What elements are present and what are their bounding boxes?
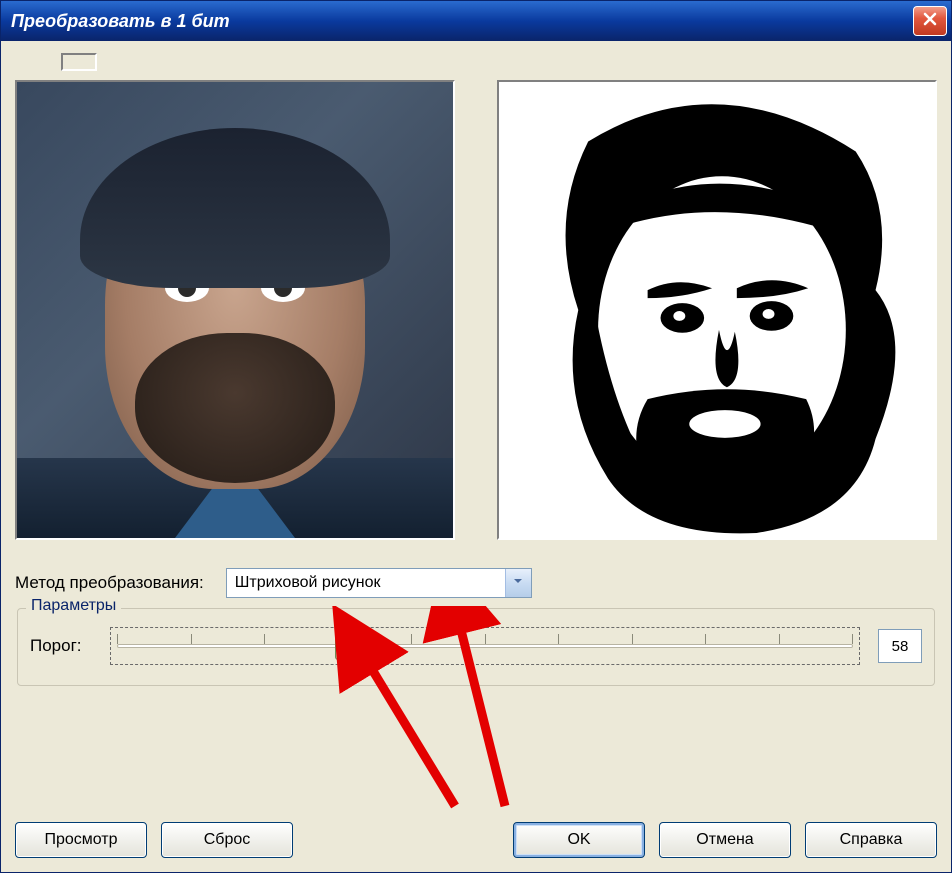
close-icon (922, 11, 938, 32)
close-button[interactable] (913, 6, 947, 36)
slider-track (117, 644, 853, 648)
result-image (499, 82, 935, 538)
dialog-body: Метод преобразования: Штриховой рисунок … (1, 41, 951, 872)
cancel-button[interactable]: Отмена (659, 822, 791, 858)
slider-ticks (117, 634, 853, 644)
reset-button[interactable]: Сброс (161, 822, 293, 858)
annotation-arrow-slider (370, 666, 455, 806)
combobox-value: Штриховой рисунок (235, 574, 381, 592)
button-row: Просмотр Сброс OK Отмена Справка (15, 816, 937, 858)
thumbnail-toggle[interactable] (61, 53, 97, 71)
combobox-button[interactable] (505, 569, 531, 597)
original-image (17, 82, 453, 538)
help-button[interactable]: Справка (805, 822, 937, 858)
dialog-window: Преобразовать в 1 бит (0, 0, 952, 873)
titlebar[interactable]: Преобразовать в 1 бит (1, 1, 951, 41)
chevron-down-icon (512, 574, 524, 592)
threshold-label: Порог: (30, 636, 92, 656)
options-group: Параметры Порог: 58 (17, 608, 935, 686)
window-title: Преобразовать в 1 бит (11, 11, 230, 32)
threshold-slider[interactable] (110, 627, 860, 665)
preview-result[interactable] (497, 80, 937, 540)
method-row: Метод преобразования: Штриховой рисунок (15, 568, 937, 598)
method-combobox[interactable]: Штриховой рисунок (226, 568, 532, 598)
group-title: Параметры (26, 597, 121, 615)
toolbar-strip (15, 51, 937, 80)
ok-button[interactable]: OK (513, 822, 645, 858)
threshold-value[interactable]: 58 (878, 629, 922, 663)
preview-original[interactable] (15, 80, 455, 540)
preview-row (15, 80, 937, 540)
preview-button[interactable]: Просмотр (15, 822, 147, 858)
spacer (15, 686, 937, 816)
method-label: Метод преобразования: (15, 573, 204, 593)
threshold-row: Порог: 58 (30, 627, 922, 665)
slider-thumb[interactable] (335, 632, 349, 660)
